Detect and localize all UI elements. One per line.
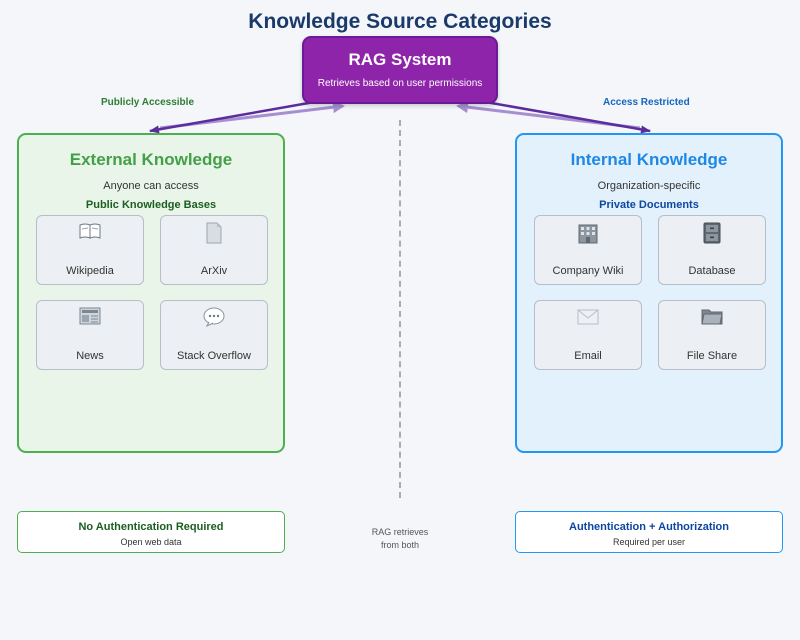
panel-subtitle: Anyone can access [103, 180, 199, 192]
rag-system-box: RAG System Retrieves based on user permi… [302, 36, 498, 104]
tile-label: ArXiv [200, 265, 228, 277]
footer-subtitle: Open web data [120, 537, 182, 547]
panel-subtitle: Organization-specific [597, 180, 701, 192]
source-tile-email: Email [534, 300, 642, 370]
source-tile-database: Database [658, 215, 766, 285]
center-note-line: RAG retrieves [371, 527, 429, 537]
tile-label: Stack Overflow [177, 350, 251, 362]
file-cabinet-icon [659, 222, 765, 248]
tile-label: Email [574, 350, 602, 362]
speech-bubble-icon [161, 307, 267, 333]
source-tile-file-share: File Share [658, 300, 766, 370]
tile-label: Wikipedia [66, 265, 114, 277]
return-arrow-right [456, 101, 641, 130]
envelope-icon [535, 307, 641, 333]
panel-title: External Knowledge [69, 150, 233, 169]
tile-label: File Share [686, 350, 738, 362]
center-note-line: from both [380, 540, 420, 550]
source-tile-stack-overflow: Stack Overflow [160, 300, 268, 370]
newspaper-icon [37, 307, 143, 333]
footer-subtitle: Required per user [612, 537, 686, 547]
panel-section-title: Public Knowledge Bases [85, 199, 217, 211]
center-note: RAG retrieves from both [345, 526, 455, 552]
source-tile-news: News [36, 300, 144, 370]
external-knowledge-panel: External Knowledge Anyone can access Pub… [17, 133, 285, 453]
return-arrow-left [159, 101, 345, 130]
external-auth-box: No Authentication Required Open web data [17, 511, 285, 553]
footer-title: Authentication + Authorization [569, 521, 729, 533]
panel-section-title: Private Documents [599, 199, 699, 211]
center-divider [399, 120, 401, 498]
tile-label: Database [688, 265, 736, 277]
office-building-icon [535, 222, 641, 248]
internal-knowledge-panel: Internal Knowledge Organization-specific… [515, 133, 783, 453]
publicly-accessible-label: Publicly Accessible [101, 97, 195, 108]
tile-label: Company Wiki [552, 265, 624, 277]
folder-icon [659, 307, 765, 333]
rag-subtitle: Retrieves based on user permissions [317, 78, 483, 89]
source-tile-company-wiki: Company Wiki [534, 215, 642, 285]
source-tile-arxiv: ArXiv [160, 215, 268, 285]
tile-label: News [76, 350, 104, 362]
rag-title: RAG System [348, 50, 452, 69]
source-tile-wikipedia: Wikipedia [36, 215, 144, 285]
panel-title: Internal Knowledge [570, 150, 728, 169]
access-restricted-label: Access Restricted [603, 97, 690, 108]
page-title: Knowledge Source Categories [248, 10, 552, 33]
footer-title: No Authentication Required [78, 521, 224, 533]
book-icon [37, 222, 143, 248]
internal-auth-box: Authentication + Authorization Required … [515, 511, 783, 553]
document-icon [161, 222, 267, 248]
